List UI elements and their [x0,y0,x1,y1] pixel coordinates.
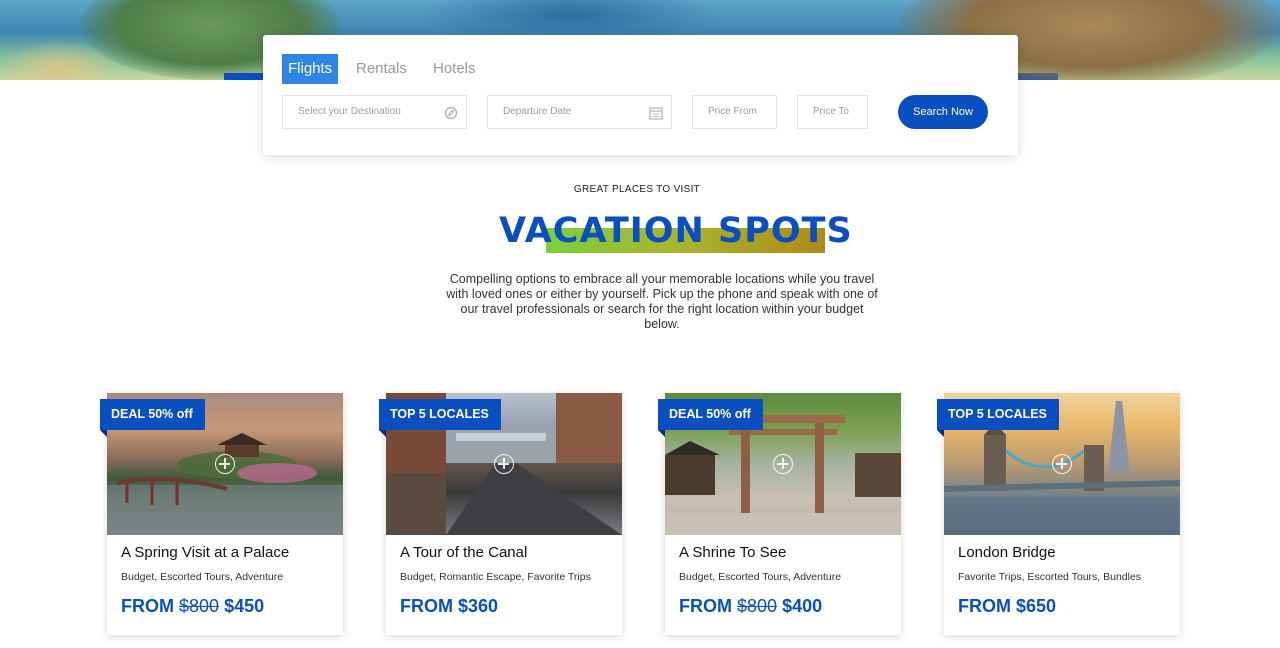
plus-circle-icon[interactable] [1052,454,1072,474]
current-price: $450 [224,596,265,616]
current-price: $360 [458,596,499,616]
vacation-card[interactable]: TOP 5 LOCALES London Bridge Favorite Tri… [937,393,1180,635]
card-categories: Budget, Escorted Tours, Adventure [679,571,842,583]
card-price: FROM $650 [958,596,1056,617]
section-intro: Compelling options to embrace all your m… [446,272,878,331]
section-title: VACATION SPOTS [499,211,853,251]
section-title-wrap: VACATION SPOTS [499,208,852,258]
deal-badge: DEAL 50% off [658,399,763,437]
compass-icon [444,105,458,120]
price-prefix: FROM [958,596,1011,616]
tab-flights[interactable]: Flights [282,54,339,84]
locales-badge: TOP 5 LOCALES [379,399,501,437]
plus-circle-icon[interactable] [773,454,793,474]
current-price: $650 [1016,596,1057,616]
tab-hotels[interactable]: Hotels [433,54,476,84]
card-title[interactable]: A Tour of the Canal [400,544,527,561]
plus-circle-icon[interactable] [215,454,235,474]
card-price: FROM $800 $400 [679,596,822,617]
locales-badge: TOP 5 LOCALES [937,399,1059,437]
vacation-card[interactable]: TOP 5 LOCALES A Tour of the Canal Budget… [379,393,622,635]
date-placeholder: Departure Date [503,106,572,117]
price-from-placeholder: Price From [708,106,757,117]
card-title[interactable]: London Bridge [958,544,1056,561]
card-title[interactable]: A Spring Visit at a Palace [121,544,289,561]
price-prefix: FROM [400,596,453,616]
card-categories: Favorite Trips, Escorted Tours, Bundles [958,571,1142,583]
vacation-card[interactable]: DEAL 50% off A Shrine To See Budget, Esc… [658,393,901,635]
price-prefix: FROM [121,596,174,616]
vacation-card[interactable]: DEAL 50% off A Spring Visit at a Palace … [100,393,343,635]
old-price: $800 [737,596,778,616]
departure-date-input[interactable]: Departure Date [487,95,672,129]
card-title[interactable]: A Shrine To See [679,544,786,561]
hero-accent-bar [224,73,264,80]
card-price: FROM $360 [400,596,498,617]
card-categories: Budget, Romantic Escape, Favorite Trips [400,571,591,583]
destination-placeholder: Select your Destination [298,106,401,117]
current-price: $400 [782,596,823,616]
price-to-placeholder: Price To [813,106,849,117]
hero-decoration [0,40,120,80]
price-prefix: FROM [679,596,732,616]
price-to-input[interactable]: Price To [797,95,868,129]
hero-accent-bar [1017,73,1058,80]
destination-input[interactable]: Select your Destination [282,95,467,129]
plus-circle-icon[interactable] [494,454,514,474]
search-card: Flights Rentals Hotels Select your Desti… [263,35,1018,155]
price-from-input[interactable]: Price From [692,95,777,129]
deal-badge: DEAL 50% off [100,399,205,437]
card-categories: Budget, Escorted Tours, Adventure [121,571,284,583]
tab-rentals[interactable]: Rentals [356,54,407,84]
search-now-button[interactable]: Search Now [898,95,988,129]
section-kicker: GREAT PLACES TO VISIT [573,184,701,195]
calendar-icon [649,105,663,120]
card-price: FROM $800 $450 [121,596,264,617]
old-price: $800 [179,596,220,616]
